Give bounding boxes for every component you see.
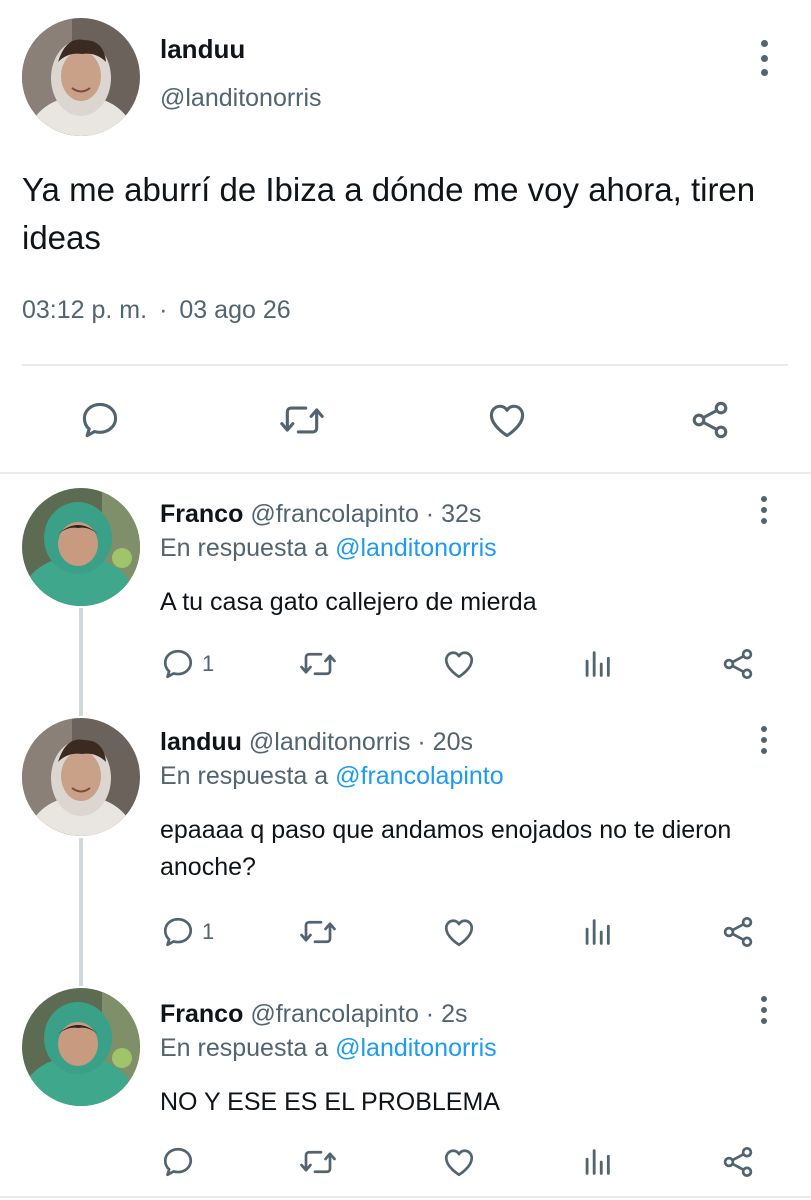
reply-icon [82,402,118,438]
reply-text: A tu casa gato callejero de mierda [160,588,537,616]
reply-header: Franco @francolapinto · 32s [160,500,481,529]
retweet-button[interactable] [298,914,338,950]
author-name[interactable]: landuu [160,728,242,756]
more-icon[interactable] [754,996,774,1024]
share-button[interactable] [720,914,756,950]
share-icon [692,401,728,439]
reply-button[interactable]: 1 [160,914,214,950]
more-icon[interactable] [754,40,774,76]
reply-context: En respuesta a @landitonorris [160,1034,497,1063]
analytics-icon [585,651,610,677]
more-icon[interactable] [754,726,774,754]
like-button[interactable] [440,646,478,682]
author-handle[interactable]: @francolapinto [250,500,419,528]
reply-header: Franco @francolapinto · 2s [160,1000,467,1029]
avatar-landuu[interactable] [22,18,140,136]
retweet-icon [300,1150,336,1174]
retweet-button[interactable] [278,398,326,442]
more-icon[interactable] [754,496,774,524]
reply-context: En respuesta a @landitonorris [160,534,497,563]
thread-line [79,838,83,986]
reply-button[interactable] [78,398,122,442]
retweet-icon [300,652,336,676]
reply-icon [163,917,193,947]
reply-time: · 2s [425,1000,468,1028]
like-icon [489,404,525,438]
share-button[interactable] [720,1144,756,1180]
reply-icon [163,649,193,679]
like-button[interactable] [484,398,530,442]
reply-button[interactable] [160,1144,202,1180]
reply-prefix: En respuesta a [160,762,329,790]
tweet-timestamp: 03:12 p. m. · 03 ago 26 [22,296,291,325]
like-icon [444,919,474,947]
retweet-button[interactable] [298,646,338,682]
like-icon [444,651,474,679]
analytics-button[interactable] [580,646,614,682]
author-handle[interactable]: @landitonorris [160,84,322,113]
reply-prefix: En respuesta a [160,1034,329,1062]
reply-icon [163,1147,193,1177]
like-icon [444,1149,474,1177]
reply-count: 1 [202,651,215,676]
share-icon [723,649,753,679]
avatar-franco[interactable] [22,988,140,1106]
avatar-franco[interactable] [22,488,140,606]
timestamp-separator: · [159,296,168,324]
share-button[interactable] [688,398,732,442]
thread-line [79,608,83,716]
tweet-text: Ya me aburrí de Ibiza a dónde me voy aho… [22,171,756,256]
analytics-button[interactable] [580,914,614,950]
retweet-icon [300,920,336,944]
avatar-landuu[interactable] [22,718,140,836]
reply-context: En respuesta a @francolapinto [160,762,504,791]
share-icon [723,1147,753,1177]
share-button[interactable] [720,646,756,682]
analytics-icon [585,1149,610,1175]
author-name[interactable]: Franco [160,1000,243,1028]
retweet-icon [280,406,324,434]
divider [22,364,788,366]
author-handle[interactable]: @francolapinto [250,1000,419,1028]
like-button[interactable] [440,1144,478,1180]
reply-text: epaaaa q paso que andamos enojados no te… [160,816,732,881]
reply-time: · 32s [425,500,482,528]
reply-time: · 20s [417,728,473,756]
author-handle[interactable]: @landitonorris [249,728,411,756]
tweet-time: 03:12 p. m. [22,296,148,324]
divider [0,1196,811,1198]
analytics-button[interactable] [580,1144,614,1180]
tweet-date: 03 ago 26 [179,296,291,324]
reply-header: landuu @landitonorris · 20s [160,728,473,757]
reply-count: 1 [202,919,215,944]
like-button[interactable] [440,914,478,950]
reply-to-link[interactable]: @landitonorris [335,1034,497,1062]
reply-to-link[interactable]: @landitonorris [335,534,497,562]
author-name[interactable]: landuu [160,34,245,65]
share-icon [723,917,753,947]
reply-text: NO Y ESE ES EL PROBLEMA [160,1088,500,1116]
analytics-icon [585,919,610,945]
author-name[interactable]: Franco [160,500,243,528]
reply-to-link[interactable]: @francolapinto [335,762,504,790]
reply-prefix: En respuesta a [160,534,329,562]
divider [0,472,811,474]
reply-button[interactable]: 1 [160,646,214,682]
retweet-button[interactable] [298,1144,338,1180]
